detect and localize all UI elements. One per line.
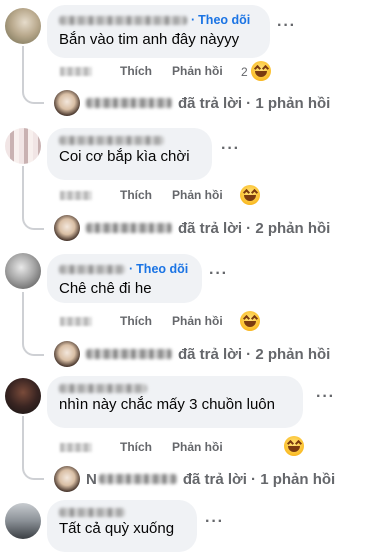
view-replies-link[interactable]: N đã trả lời · 1 phản hồi — [54, 466, 335, 492]
comment-text: Bắn vào tim anh đây nàyyy — [59, 31, 240, 48]
haha-emoji-icon[interactable] — [240, 185, 260, 205]
avatar[interactable] — [5, 253, 41, 289]
separator: · — [191, 13, 196, 27]
haha-emoji-icon[interactable] — [284, 436, 304, 456]
replier-name — [86, 349, 172, 359]
view-replies-link[interactable]: đã trả lời · 2 phản hồi — [54, 215, 330, 241]
reply-summary[interactable]: đã trả lời · 1 phản hồi — [183, 471, 335, 488]
comment-text: Coi cơ bắp kìa chời — [59, 148, 190, 165]
thread-connector — [22, 46, 44, 104]
comment-actions: Thích Phản hồi — [60, 64, 223, 78]
avatar[interactable] — [5, 378, 41, 414]
reply-avatar — [54, 215, 80, 241]
thread-connector — [22, 166, 44, 230]
like-button[interactable]: Thích — [120, 188, 152, 202]
thread-connector — [22, 416, 44, 480]
replier-name — [86, 223, 172, 233]
reply-button[interactable]: Phản hồi — [172, 440, 223, 454]
reply-button[interactable]: Phản hồi — [172, 64, 223, 78]
reply-avatar — [54, 466, 80, 492]
comment-text: nhìn này chắc mấy 3 chuồn luôn — [59, 396, 275, 413]
replier-initial: N — [86, 470, 97, 488]
reply-summary[interactable]: đã trả lời · 2 phản hồi — [178, 220, 330, 237]
comment-actions: Thích Phản hồi — [60, 188, 223, 202]
view-replies-link[interactable]: đã trả lời · 1 phản hồi — [54, 90, 330, 116]
timestamp[interactable] — [60, 442, 92, 452]
follow-button[interactable]: Theo dõi — [136, 262, 188, 277]
avatar[interactable] — [5, 503, 41, 539]
separator: · — [129, 262, 134, 276]
more-options-icon[interactable]: ··· — [277, 17, 296, 35]
timestamp[interactable] — [60, 190, 92, 200]
reply-summary[interactable]: đã trả lời · 2 phản hồi — [178, 346, 330, 363]
more-options-icon[interactable]: ··· — [221, 140, 240, 158]
timestamp[interactable] — [60, 66, 92, 76]
author-name[interactable] — [59, 136, 164, 145]
author-name[interactable] — [59, 384, 147, 393]
comment-actions: Thích Phản hồi — [60, 440, 223, 454]
author-name[interactable] — [59, 265, 125, 274]
comment-bubble: Tất cả quỳ xuống — [47, 500, 197, 552]
follow-button[interactable]: Theo dõi — [198, 13, 250, 28]
avatar[interactable] — [5, 128, 41, 164]
comment-bubble: Coi cơ bắp kìa chời — [47, 128, 212, 180]
reply-button[interactable]: Phản hồi — [172, 188, 223, 202]
comment-text: Chê chê đi he — [59, 280, 152, 297]
comment-actions: Thích Phản hồi — [60, 314, 223, 328]
replier-name — [98, 474, 177, 484]
reply-avatar — [54, 90, 80, 116]
comment-bubble: · Theo dõi Chê chê đi he — [47, 254, 202, 303]
reply-button[interactable]: Phản hồi — [172, 314, 223, 328]
more-options-icon[interactable]: ··· — [205, 513, 224, 531]
like-button[interactable]: Thích — [120, 64, 152, 78]
haha-emoji-icon[interactable] — [251, 61, 271, 81]
timestamp[interactable] — [60, 316, 92, 326]
haha-emoji-icon[interactable] — [240, 311, 260, 331]
avatar[interactable] — [5, 8, 41, 44]
comment-text: Tất cả quỳ xuống — [59, 520, 175, 537]
author-name[interactable] — [59, 16, 187, 25]
more-options-icon[interactable]: ··· — [316, 388, 335, 406]
like-button[interactable]: Thích — [120, 440, 152, 454]
like-button[interactable]: Thích — [120, 314, 152, 328]
view-replies-link[interactable]: đã trả lời · 2 phản hồi — [54, 341, 330, 367]
replier-name — [86, 98, 172, 108]
author-name[interactable] — [59, 508, 125, 517]
reaction-count[interactable]: 2 — [241, 65, 248, 79]
comment-bubble: · Theo dõi Bắn vào tim anh đây nàyyy — [47, 5, 270, 58]
more-options-icon[interactable]: ··· — [209, 265, 228, 283]
reply-avatar — [54, 341, 80, 367]
reply-summary[interactable]: đã trả lời · 1 phản hồi — [178, 95, 330, 112]
thread-connector — [22, 292, 44, 356]
comment-bubble: nhìn này chắc mấy 3 chuồn luôn — [47, 376, 303, 428]
